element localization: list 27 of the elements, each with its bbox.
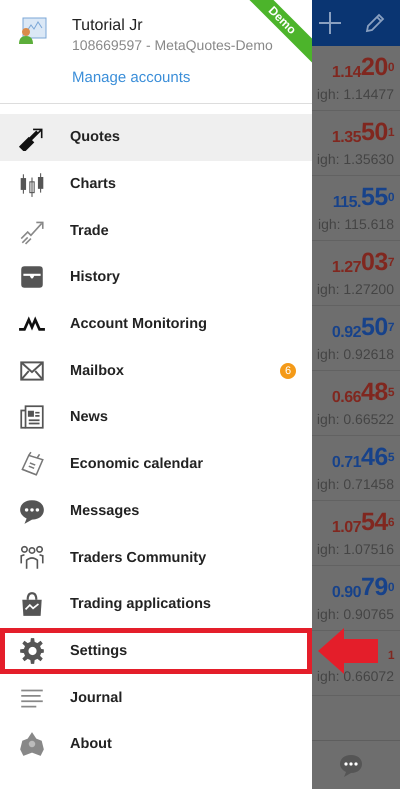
unread-badge: 6 bbox=[280, 362, 296, 379]
menu-icon bbox=[18, 170, 46, 198]
menu-item[interactable]: Economic calendar bbox=[0, 440, 312, 488]
account-number: 108669597 - MetaQuotes-Demo bbox=[72, 36, 273, 54]
menu-icon bbox=[18, 403, 46, 432]
menu-icon bbox=[18, 544, 46, 572]
menu-item[interactable]: Messages bbox=[0, 488, 312, 534]
add-icon[interactable] bbox=[318, 11, 342, 35]
menu-item[interactable]: Traders Community bbox=[0, 534, 312, 581]
account-icon bbox=[18, 16, 48, 46]
menu-item[interactable]: History bbox=[0, 254, 312, 301]
bid-price: 1 bbox=[388, 646, 394, 664]
menu-item[interactable]: Trade bbox=[0, 207, 312, 254]
chat-icon[interactable] bbox=[338, 752, 364, 778]
menu-item[interactable]: Account Monitoring bbox=[0, 300, 312, 348]
account-name: Tutorial Jr bbox=[72, 16, 144, 36]
menu-item[interactable]: Mailbox 6 bbox=[0, 347, 312, 394]
menu-item[interactable]: Trading applications bbox=[0, 580, 312, 628]
menu-item[interactable]: News bbox=[0, 394, 312, 441]
menu-icon bbox=[18, 730, 46, 758]
menu-icon bbox=[18, 636, 46, 665]
menu-item[interactable]: About bbox=[0, 720, 312, 768]
menu-item[interactable]: Journal bbox=[0, 674, 312, 721]
menu-item[interactable]: Settings bbox=[0, 628, 312, 674]
menu-item[interactable]: Quotes bbox=[0, 114, 312, 161]
pencil-icon[interactable] bbox=[364, 12, 386, 34]
menu-item[interactable]: Charts bbox=[0, 160, 312, 208]
